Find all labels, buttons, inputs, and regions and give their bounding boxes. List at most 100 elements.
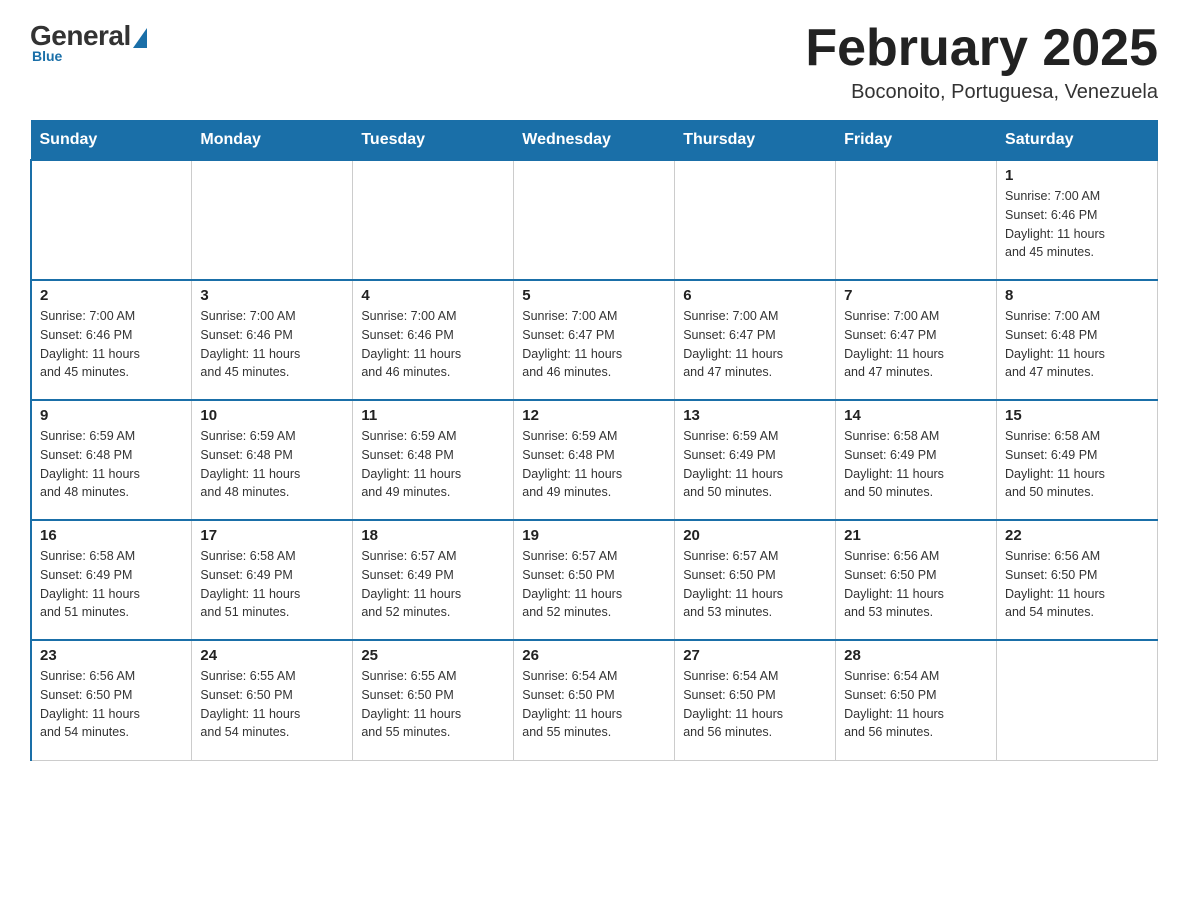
calendar-cell: 15Sunrise: 6:58 AMSunset: 6:49 PMDayligh…	[997, 400, 1158, 520]
day-number: 22	[1005, 527, 1149, 544]
calendar-cell	[353, 160, 514, 280]
calendar-cell: 13Sunrise: 6:59 AMSunset: 6:49 PMDayligh…	[675, 400, 836, 520]
day-info: Sunrise: 7:00 AMSunset: 6:46 PMDaylight:…	[361, 307, 505, 382]
day-number: 6	[683, 287, 827, 304]
day-number: 27	[683, 647, 827, 664]
day-number: 11	[361, 407, 505, 424]
day-number: 16	[40, 527, 183, 544]
calendar-body: 1 Sunrise: 7:00 AMSunset: 6:46 PMDaylight…	[31, 160, 1158, 760]
calendar-cell: 5 Sunrise: 7:00 AMSunset: 6:47 PMDaylight…	[514, 280, 675, 400]
month-title: February 2025	[805, 20, 1158, 77]
day-info: Sunrise: 6:54 AMSunset: 6:50 PMDaylight:…	[844, 667, 988, 742]
header: General Blue February 2025 Boconoito, Po…	[30, 20, 1158, 104]
calendar-cell: 14 Sunrise: 6:58 AMSunset: 6:49 PMDayligh…	[836, 400, 997, 520]
calendar-cell	[192, 160, 353, 280]
location-text: Boconoito, Portuguesa, Venezuela	[805, 81, 1158, 104]
day-info: Sunrise: 6:59 AMSunset: 6:48 PMDaylight:…	[361, 427, 505, 502]
day-info: Sunrise: 6:57 AMSunset: 6:50 PMDaylight:…	[683, 547, 827, 622]
day-number: 5	[522, 287, 666, 304]
calendar-cell: 27 Sunrise: 6:54 AMSunset: 6:50 PMDayligh…	[675, 640, 836, 760]
day-info: Sunrise: 7:00 AMSunset: 6:48 PMDaylight:…	[1005, 307, 1149, 382]
logo-blue-text: Blue	[32, 48, 62, 64]
calendar-cell	[514, 160, 675, 280]
day-number: 26	[522, 647, 666, 664]
day-info: Sunrise: 6:54 AMSunset: 6:50 PMDaylight:…	[683, 667, 827, 742]
weekday-header-wednesday: Wednesday	[514, 121, 675, 161]
calendar-cell: 16 Sunrise: 6:58 AMSunset: 6:49 PMDayligh…	[31, 520, 192, 640]
calendar-cell: 18Sunrise: 6:57 AMSunset: 6:49 PMDayligh…	[353, 520, 514, 640]
calendar-week-row: 16 Sunrise: 6:58 AMSunset: 6:49 PMDayligh…	[31, 520, 1158, 640]
calendar-week-row: 9 Sunrise: 6:59 AMSunset: 6:48 PMDaylight…	[31, 400, 1158, 520]
calendar-week-row: 2 Sunrise: 7:00 AMSunset: 6:46 PMDaylight…	[31, 280, 1158, 400]
weekday-header-tuesday: Tuesday	[353, 121, 514, 161]
calendar-cell: 19 Sunrise: 6:57 AMSunset: 6:50 PMDayligh…	[514, 520, 675, 640]
calendar-cell: 12 Sunrise: 6:59 AMSunset: 6:48 PMDayligh…	[514, 400, 675, 520]
weekday-header-row: SundayMondayTuesdayWednesdayThursdayFrid…	[31, 121, 1158, 161]
day-number: 23	[40, 647, 183, 664]
calendar-cell: 10 Sunrise: 6:59 AMSunset: 6:48 PMDayligh…	[192, 400, 353, 520]
day-number: 19	[522, 527, 666, 544]
calendar-cell: 25 Sunrise: 6:55 AMSunset: 6:50 PMDayligh…	[353, 640, 514, 760]
logo-triangle-icon	[133, 28, 147, 48]
day-info: Sunrise: 6:59 AMSunset: 6:48 PMDaylight:…	[522, 427, 666, 502]
day-info: Sunrise: 6:56 AMSunset: 6:50 PMDaylight:…	[844, 547, 988, 622]
calendar-cell: 28 Sunrise: 6:54 AMSunset: 6:50 PMDayligh…	[836, 640, 997, 760]
day-number: 14	[844, 407, 988, 424]
day-info: Sunrise: 6:58 AMSunset: 6:49 PMDaylight:…	[200, 547, 344, 622]
calendar-cell: 22 Sunrise: 6:56 AMSunset: 6:50 PMDayligh…	[997, 520, 1158, 640]
weekday-header-friday: Friday	[836, 121, 997, 161]
day-info: Sunrise: 7:00 AMSunset: 6:46 PMDaylight:…	[40, 307, 183, 382]
day-number: 9	[40, 407, 183, 424]
calendar-cell: 7Sunrise: 7:00 AMSunset: 6:47 PMDaylight…	[836, 280, 997, 400]
day-info: Sunrise: 6:57 AMSunset: 6:49 PMDaylight:…	[361, 547, 505, 622]
day-info: Sunrise: 6:54 AMSunset: 6:50 PMDaylight:…	[522, 667, 666, 742]
logo: General Blue	[30, 20, 147, 64]
day-info: Sunrise: 6:59 AMSunset: 6:48 PMDaylight:…	[40, 427, 183, 502]
day-number: 1	[1005, 167, 1149, 184]
calendar-cell: 11 Sunrise: 6:59 AMSunset: 6:48 PMDayligh…	[353, 400, 514, 520]
calendar-cell: 8Sunrise: 7:00 AMSunset: 6:48 PMDaylight…	[997, 280, 1158, 400]
calendar-cell: 23Sunrise: 6:56 AMSunset: 6:50 PMDayligh…	[31, 640, 192, 760]
day-info: Sunrise: 6:55 AMSunset: 6:50 PMDaylight:…	[200, 667, 344, 742]
day-number: 7	[844, 287, 988, 304]
day-number: 28	[844, 647, 988, 664]
weekday-header-sunday: Sunday	[31, 121, 192, 161]
day-info: Sunrise: 6:58 AMSunset: 6:49 PMDaylight:…	[40, 547, 183, 622]
day-info: Sunrise: 7:00 AMSunset: 6:46 PMDaylight:…	[200, 307, 344, 382]
day-number: 4	[361, 287, 505, 304]
day-number: 2	[40, 287, 183, 304]
day-info: Sunrise: 6:56 AMSunset: 6:50 PMDaylight:…	[1005, 547, 1149, 622]
calendar-cell: 24 Sunrise: 6:55 AMSunset: 6:50 PMDayligh…	[192, 640, 353, 760]
calendar-cell	[31, 160, 192, 280]
day-info: Sunrise: 7:00 AMSunset: 6:46 PMDaylight:…	[1005, 187, 1149, 262]
day-number: 3	[200, 287, 344, 304]
day-info: Sunrise: 6:59 AMSunset: 6:49 PMDaylight:…	[683, 427, 827, 502]
calendar-cell: 3 Sunrise: 7:00 AMSunset: 6:46 PMDaylight…	[192, 280, 353, 400]
calendar-week-row: 1 Sunrise: 7:00 AMSunset: 6:46 PMDaylight…	[31, 160, 1158, 280]
day-info: Sunrise: 6:55 AMSunset: 6:50 PMDaylight:…	[361, 667, 505, 742]
day-number: 12	[522, 407, 666, 424]
calendar-cell: 2 Sunrise: 7:00 AMSunset: 6:46 PMDaylight…	[31, 280, 192, 400]
weekday-header-saturday: Saturday	[997, 121, 1158, 161]
day-info: Sunrise: 6:58 AMSunset: 6:49 PMDaylight:…	[844, 427, 988, 502]
calendar-cell: 6Sunrise: 7:00 AMSunset: 6:47 PMDaylight…	[675, 280, 836, 400]
day-info: Sunrise: 7:00 AMSunset: 6:47 PMDaylight:…	[522, 307, 666, 382]
day-number: 20	[683, 527, 827, 544]
calendar-week-row: 23Sunrise: 6:56 AMSunset: 6:50 PMDayligh…	[31, 640, 1158, 760]
weekday-header-thursday: Thursday	[675, 121, 836, 161]
calendar-cell	[836, 160, 997, 280]
day-info: Sunrise: 6:59 AMSunset: 6:48 PMDaylight:…	[200, 427, 344, 502]
day-number: 21	[844, 527, 988, 544]
calendar-table: SundayMondayTuesdayWednesdayThursdayFrid…	[30, 120, 1158, 761]
day-number: 15	[1005, 407, 1149, 424]
calendar-cell: 21 Sunrise: 6:56 AMSunset: 6:50 PMDayligh…	[836, 520, 997, 640]
day-number: 25	[361, 647, 505, 664]
day-number: 24	[200, 647, 344, 664]
weekday-header-monday: Monday	[192, 121, 353, 161]
calendar-cell: 1 Sunrise: 7:00 AMSunset: 6:46 PMDaylight…	[997, 160, 1158, 280]
day-info: Sunrise: 6:57 AMSunset: 6:50 PMDaylight:…	[522, 547, 666, 622]
calendar-cell: 26 Sunrise: 6:54 AMSunset: 6:50 PMDayligh…	[514, 640, 675, 760]
calendar-cell: 20 Sunrise: 6:57 AMSunset: 6:50 PMDayligh…	[675, 520, 836, 640]
day-number: 10	[200, 407, 344, 424]
title-area: February 2025 Boconoito, Portuguesa, Ven…	[805, 20, 1158, 104]
